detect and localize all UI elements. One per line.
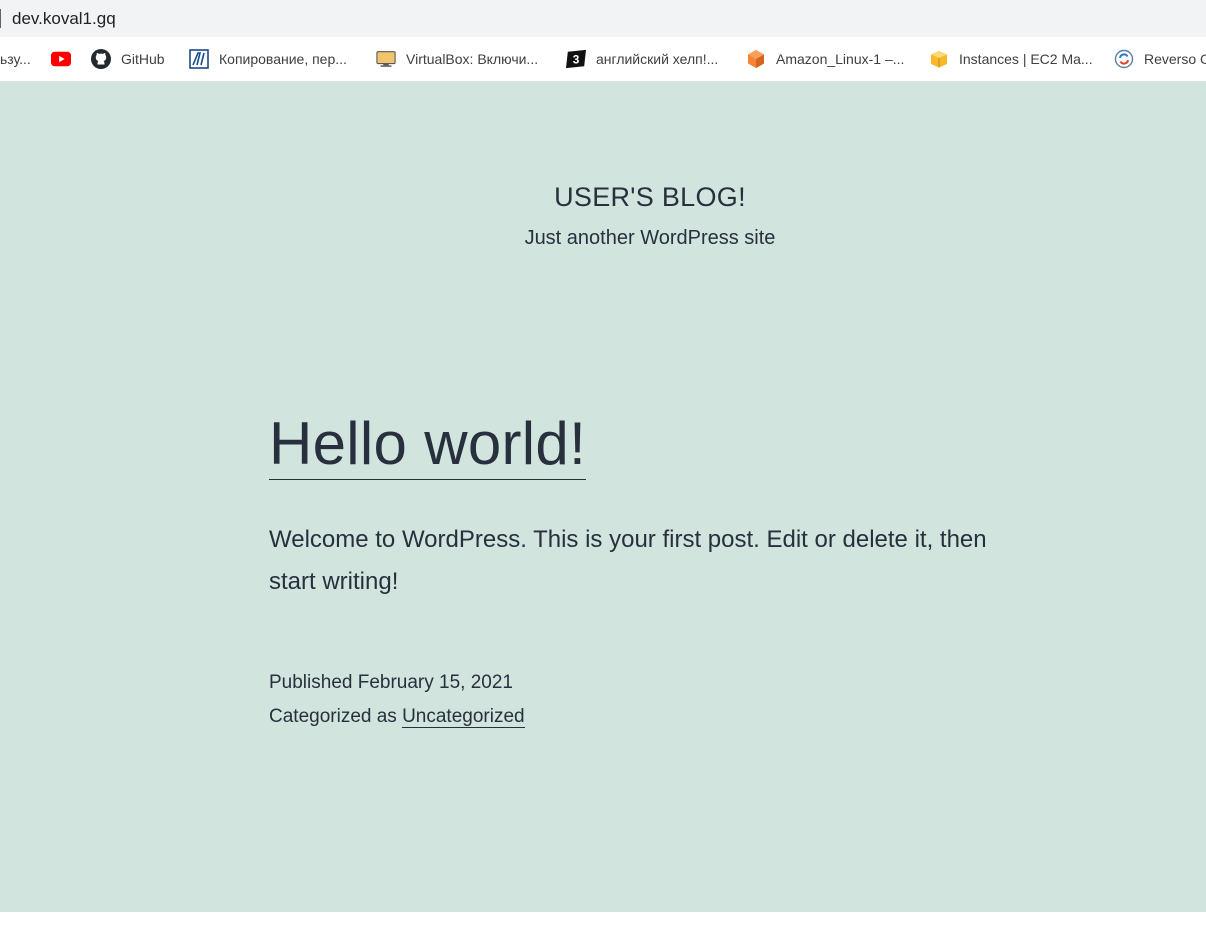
address-bar-edge xyxy=(0,9,1,28)
bookmark-label: Копирование, пер... xyxy=(219,51,347,67)
bookmark-label: Reverso C xyxy=(1144,51,1206,67)
orange-cube-icon xyxy=(746,49,766,69)
bookmarks-bar: ьзу... GitHub Копирование, пер... Virtua… xyxy=(0,37,1206,81)
bookmark-reverso[interactable]: Reverso C xyxy=(1114,37,1206,81)
post-title: Hello world! xyxy=(269,407,587,481)
bookmark-english-help[interactable]: 3 английский хелп!... xyxy=(566,37,718,81)
bookmark-amazon-linux[interactable]: Amazon_Linux-1 –... xyxy=(746,37,904,81)
number-three-icon: 3 xyxy=(566,49,586,69)
bookmark-copying[interactable]: Копирование, пер... xyxy=(189,37,347,81)
bookmark-virtualbox[interactable]: VirtualBox: Включи... xyxy=(376,37,538,81)
reverso-icon xyxy=(1114,49,1134,69)
categorized-prefix: Categorized as xyxy=(269,706,403,727)
bookmark-youtube[interactable] xyxy=(51,37,81,81)
site-description: Just another WordPress site xyxy=(524,227,776,249)
bookmark-ec2-instances[interactable]: Instances | EC2 Ma... xyxy=(929,37,1093,81)
site-title[interactable]: USER'S BLOG! xyxy=(0,180,1206,214)
bookmark-label: GitHub xyxy=(121,51,165,67)
page-bottom-edge xyxy=(0,912,1206,933)
bookmark-label: Amazon_Linux-1 –... xyxy=(776,51,905,67)
address-bar[interactable]: dev.koval1.gq xyxy=(0,0,1206,37)
bookmark-label: английский хелп!... xyxy=(596,51,719,67)
bookmark-item-truncated[interactable]: ьзу... xyxy=(0,37,31,81)
category-link[interactable]: Uncategorized xyxy=(402,706,525,728)
post-content: Welcome to WordPress. This is your first… xyxy=(269,526,987,595)
blog-page: USER'S BLOG! Just another WordPress site… xyxy=(0,81,1206,912)
post-categories: Categorized as Uncategorized xyxy=(269,705,525,729)
monitor-icon xyxy=(376,49,396,69)
box-icon xyxy=(929,49,949,69)
url-text[interactable]: dev.koval1.gq xyxy=(12,9,116,29)
bookmark-github[interactable]: GitHub xyxy=(91,37,165,81)
svg-text:3: 3 xyxy=(573,53,580,67)
github-icon xyxy=(91,49,111,69)
post-published-date: Published February 15, 2021 xyxy=(269,672,513,693)
bookmark-label: Instances | EC2 Ma... xyxy=(959,51,1093,67)
bookmark-label: ьзу... xyxy=(0,51,31,67)
post-title-link[interactable]: Hello world! xyxy=(269,410,587,480)
bookmark-label: VirtualBox: Включи... xyxy=(406,51,539,67)
chart-line-icon xyxy=(189,49,209,69)
youtube-icon xyxy=(51,49,71,69)
